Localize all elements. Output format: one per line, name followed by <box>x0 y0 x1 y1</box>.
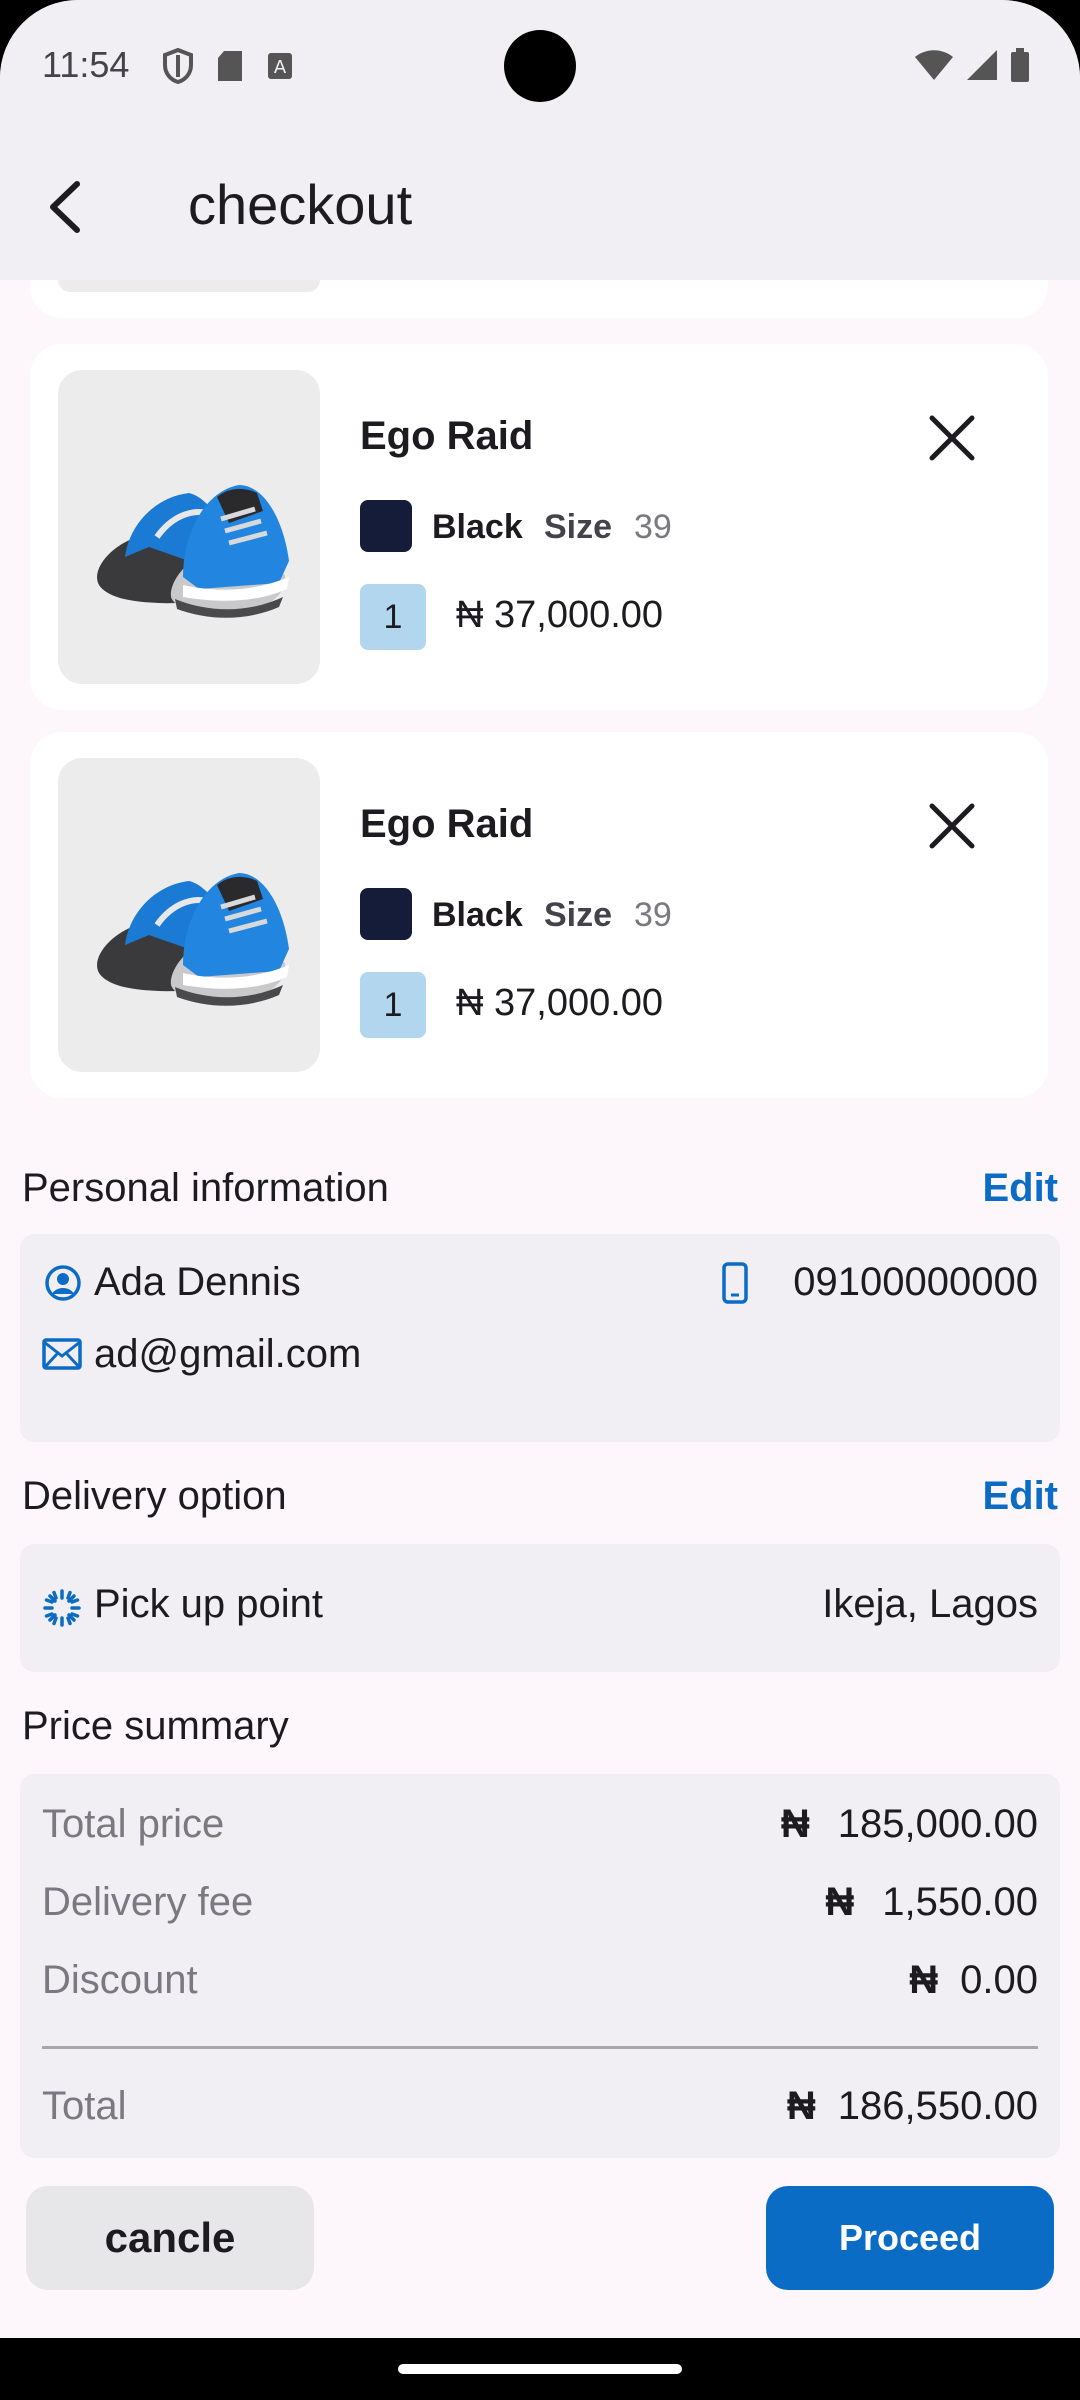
size-value: 39 <box>634 896 672 934</box>
delivery-location: Ikeja, Lagos <box>822 1582 1038 1626</box>
user-icon <box>45 1265 81 1301</box>
color-swatch <box>360 500 412 552</box>
item-price: ₦ 37,000.00 <box>456 594 664 636</box>
product-name: Ego Raid <box>360 802 534 846</box>
product-image-partial <box>58 280 320 292</box>
status-time: 11:54 <box>42 44 130 85</box>
size-label: Size <box>544 508 613 546</box>
delivery-fee-amount: 1,550.00 <box>882 1880 1038 1924</box>
product-card-partial <box>30 280 1048 318</box>
sd-card-icon <box>218 51 242 81</box>
proceed-button[interactable]: Proceed <box>766 2186 1054 2290</box>
total-price-label: Total price <box>42 1802 225 1846</box>
product-image <box>58 370 320 684</box>
delivery-fee-label: Delivery fee <box>42 1880 254 1924</box>
delivery-option-name: Pick up point <box>94 1582 324 1626</box>
total-price-value: ₦ 185,000.00 <box>781 1802 1038 1847</box>
delivery-option-edit-link[interactable]: Edit <box>982 1474 1058 1519</box>
personal-info-title: Personal information <box>22 1166 389 1210</box>
summary-divider <box>42 2046 1038 2049</box>
status-bar: 11:54 A <box>0 0 1080 132</box>
total-value: ₦ 186,550.00 <box>787 2084 1038 2129</box>
email-icon <box>42 1338 82 1370</box>
size-value: 39 <box>634 508 672 546</box>
currency-symbol: ₦ <box>909 1958 939 2002</box>
discount-label: Discount <box>42 1958 198 2002</box>
app-bar: checkout <box>0 132 1080 280</box>
currency-symbol: ₦ <box>780 1802 810 1846</box>
color-name: Black <box>432 508 523 546</box>
camera-cutout <box>504 30 576 102</box>
cancel-button[interactable]: cancle <box>26 2186 314 2290</box>
pickup-point-icon <box>43 1589 81 1627</box>
item-price: ₦ 37,000.00 <box>456 982 664 1024</box>
quantity-badge[interactable]: 1 <box>360 972 426 1038</box>
remove-item-button[interactable] <box>920 794 984 858</box>
quantity-badge[interactable]: 1 <box>360 584 426 650</box>
sneaker-image <box>97 485 289 618</box>
personal-info-edit-link[interactable]: Edit <box>982 1166 1058 1211</box>
phone-icon <box>722 1262 748 1304</box>
signal-icon <box>967 50 997 80</box>
email-address: ad@gmail.com <box>94 1332 362 1376</box>
arrow-back-icon <box>50 181 80 233</box>
price-summary-box: Total price ₦ 185,000.00 Delivery fee ₦ 1,… <box>20 1774 1060 2158</box>
color-name: Black <box>432 896 523 934</box>
status-icons-right <box>914 48 1030 82</box>
battery-icon <box>1011 48 1029 82</box>
product-card: Ego Raid Black Size 39 1 ₦ 37,000.00 <box>30 344 1048 710</box>
product-card: Ego Raid Black Size 39 1 ₦ 37,000.00 <box>30 732 1048 1098</box>
delivery-option-title: Delivery option <box>22 1474 287 1518</box>
delivery-option-box: Pick up point Ikeja, Lagos <box>20 1544 1060 1672</box>
discount-amount: 0.00 <box>960 1958 1038 2002</box>
close-icon <box>929 803 975 849</box>
total-amount: 186,550.00 <box>837 2084 1038 2128</box>
product-image <box>58 758 320 1072</box>
wifi-icon <box>915 50 953 80</box>
gesture-nav-handle[interactable] <box>398 2364 682 2374</box>
checkout-content[interactable]: Ego Raid Black Size 39 1 ₦ 37,000.00 Ego… <box>0 280 1080 2338</box>
remove-item-button[interactable] <box>920 406 984 470</box>
delivery-fee-value: ₦ 1,550.00 <box>825 1880 1038 1925</box>
personal-info-box: Ada Dennis 09100000000 ad@gmail.com <box>20 1234 1060 1442</box>
discount-value: ₦ 0.00 <box>909 1958 1038 2003</box>
currency-symbol: ₦ <box>786 2084 816 2128</box>
price-summary-title: Price summary <box>22 1704 289 1748</box>
screen: 11:54 A checkout Ego Raid Black Size 39 … <box>0 0 1080 2338</box>
color-swatch <box>360 888 412 940</box>
text-a-icon: A <box>268 53 292 79</box>
svg-text:A: A <box>274 57 287 78</box>
phone-number: 09100000000 <box>793 1260 1038 1304</box>
page-title: checkout <box>188 173 413 236</box>
size-label: Size <box>544 896 613 934</box>
status-icons-left: A <box>162 48 294 84</box>
sneaker-image <box>97 873 289 1006</box>
close-icon <box>929 415 975 461</box>
shield-icon <box>163 48 193 84</box>
back-button[interactable] <box>30 172 100 242</box>
total-label: Total <box>42 2084 127 2128</box>
user-name: Ada Dennis <box>94 1260 301 1304</box>
product-name: Ego Raid <box>360 414 534 458</box>
currency-symbol: ₦ <box>825 1880 855 1924</box>
total-price-amount: 185,000.00 <box>837 1802 1038 1846</box>
